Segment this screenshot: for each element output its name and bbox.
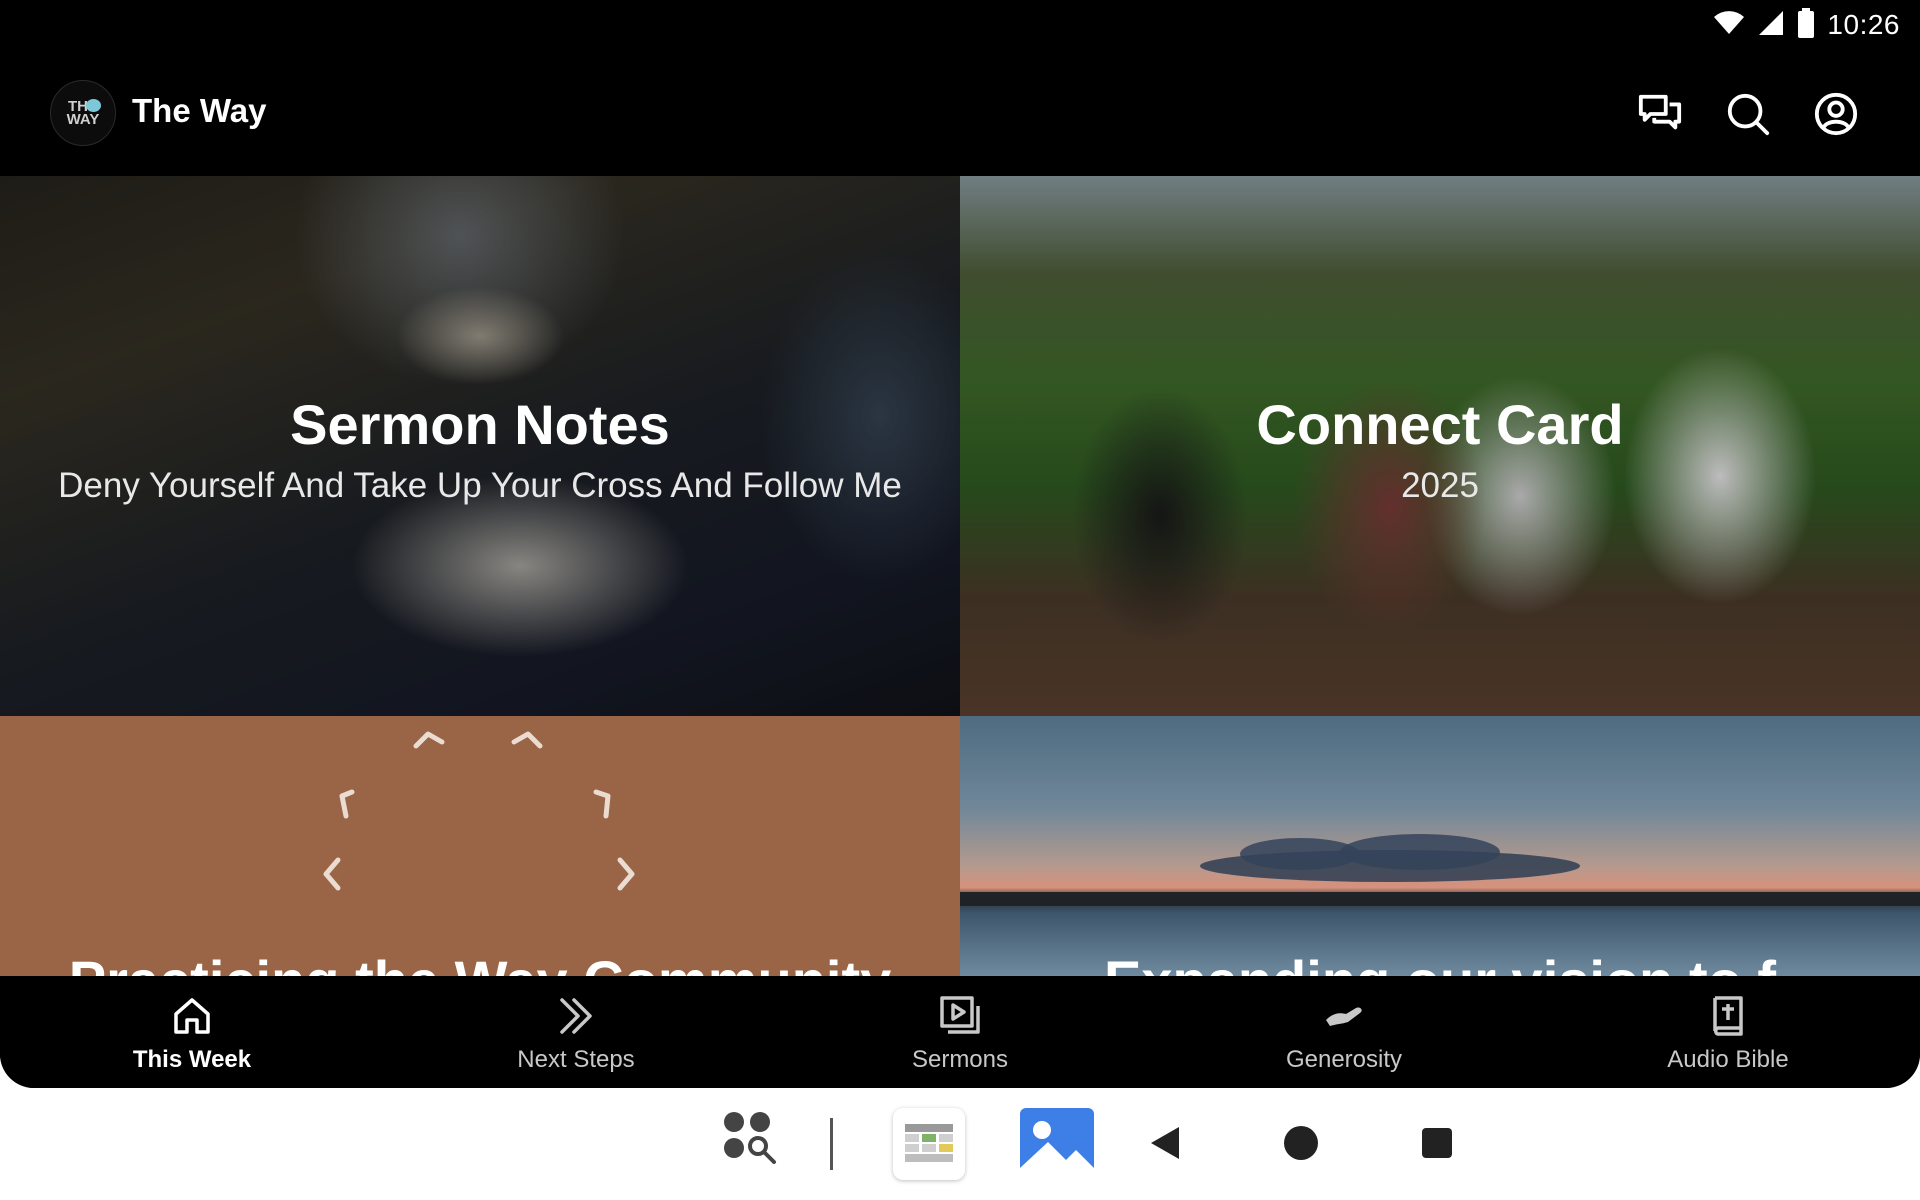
nav-label: Audio Bible [1667,1046,1789,1073]
cell-signal-icon [1757,9,1785,42]
logo-dot [86,99,101,112]
app-window: 10:26 THE WAY The Way Sermon Notes Deny … [0,0,1920,1088]
nav-audio-bible[interactable]: Audio Bible [1536,976,1920,1088]
tile-title: Sermon Notes [290,393,670,456]
nav-label: This Week [132,1046,252,1073]
account-button[interactable] [1808,86,1864,142]
search-button[interactable] [1720,86,1776,142]
chevron-pattern [0,716,960,976]
battery-icon [1797,7,1815,43]
chat-button[interactable] [1632,86,1688,142]
tile-title: Expanding our vision to f [960,948,1920,976]
tile-practicing-the-way[interactable]: Practicing the Way Community [0,716,960,976]
app-title: The Way [132,92,267,129]
status-time: 10:26 [1827,9,1900,40]
gallery-app-button[interactable] [1020,1108,1094,1182]
nav-generosity[interactable]: Generosity [1152,976,1536,1088]
tile-subtitle: 2025 [1401,466,1479,505]
nav-label: Generosity [1285,1046,1403,1073]
cloud-shape [960,834,1920,906]
back-icon [1151,1127,1179,1159]
chat-icon [1638,94,1682,130]
double-chevron-right-icon [560,998,592,1034]
system-taskbar [0,1088,1920,1200]
app-search-button[interactable] [718,1106,782,1170]
home-button[interactable] [1276,1118,1326,1168]
wifi-icon [1713,10,1745,41]
back-button[interactable] [1140,1118,1190,1168]
nav-this-week[interactable]: This Week [0,976,384,1088]
tile-sermon-notes[interactable]: Sermon Notes Deny Yourself And Take Up Y… [0,176,960,716]
home-icon [174,998,210,1034]
status-bar: 10:26 [0,0,1920,50]
tile-expanding-vision[interactable]: Expanding our vision to f [960,716,1920,976]
hand-icon [1326,1007,1362,1026]
home-circle-icon [1284,1126,1318,1160]
taskbar-divider [830,1118,833,1170]
recents-icon [1422,1128,1452,1158]
content-grid: Sermon Notes Deny Yourself And Take Up Y… [0,176,1920,976]
nav-label: Next Steps [517,1046,635,1073]
tile-connect-card[interactable]: Connect Card 2025 [960,176,1920,716]
nav-next-steps[interactable]: Next Steps [384,976,768,1088]
bottom-nav: This Week Next Steps Sermons Generosity [0,976,1920,1088]
tile-subtitle: Deny Yourself And Take Up Your Cross And… [58,466,902,505]
nav-sermons[interactable]: Sermons [768,976,1152,1088]
recents-button[interactable] [1412,1118,1462,1168]
app-bar: THE WAY The Way [0,50,1920,176]
account-icon [1814,92,1858,136]
calendar-app-icon [905,1124,953,1162]
calendar-app-button[interactable] [893,1108,965,1180]
nav-label: Sermons [911,1046,1009,1073]
tile-title: Connect Card [1256,393,1624,456]
tile-title: Practicing the Way Community [0,948,960,976]
app-search-icon [724,1112,776,1164]
gallery-app-icon [1020,1108,1094,1182]
search-icon [1727,93,1770,136]
video-library-icon [940,996,980,1034]
bible-icon [1713,996,1743,1036]
logo-text: THE WAY [66,98,100,128]
church-logo[interactable]: THE WAY [50,80,116,146]
